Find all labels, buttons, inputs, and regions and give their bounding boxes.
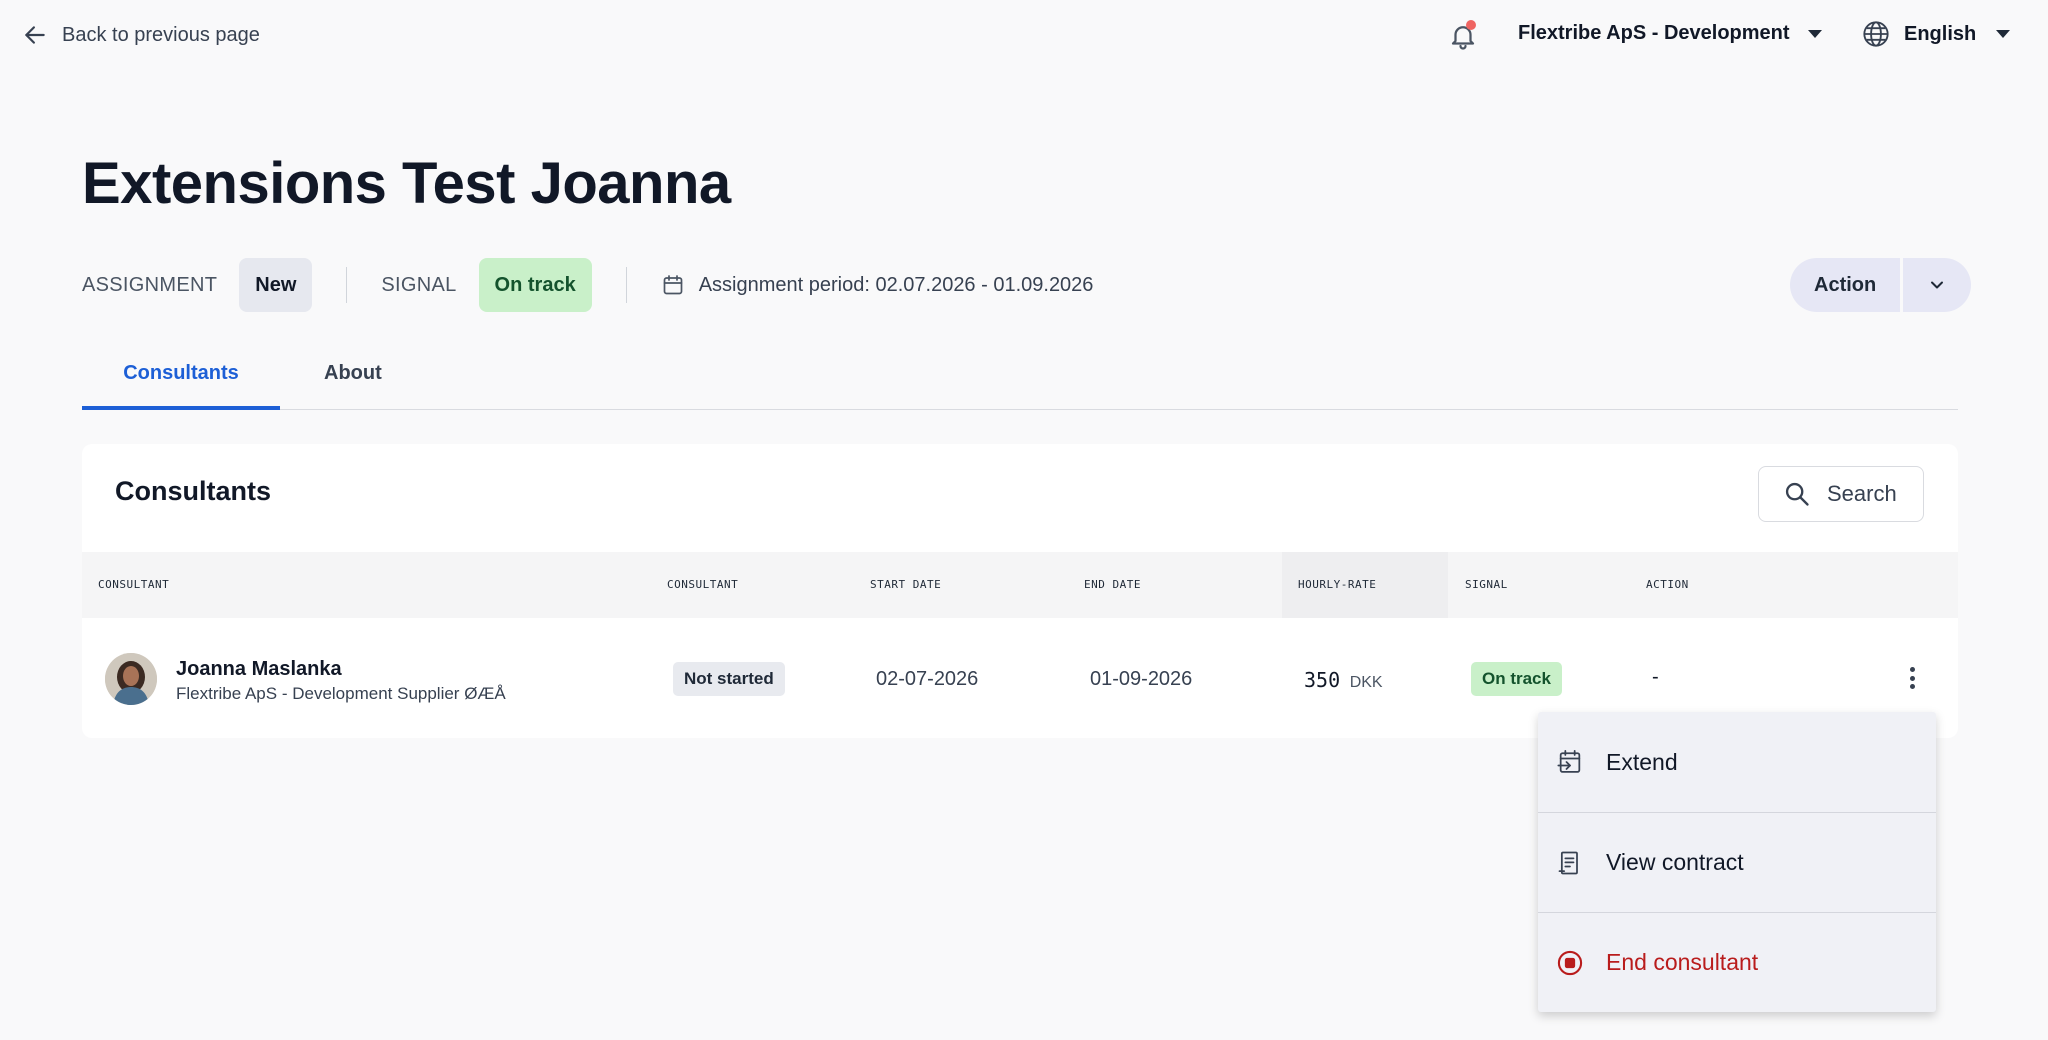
tab-consultants[interactable]: Consultants [82, 352, 280, 410]
kebab-dot [1909, 675, 1915, 681]
calendar-icon [663, 275, 683, 295]
row-action-value: - [1652, 666, 1659, 688]
column-header-consultant[interactable]: CONSULTANT [98, 552, 169, 618]
contract-icon [1558, 851, 1578, 874]
assignment-period-text: Assignment period: 02.07.2026 - 01.09.20… [698, 273, 1094, 296]
stop-circle-icon [1557, 950, 1583, 975]
calendar-extend-icon [1557, 750, 1581, 773]
tab-bar: Consultants About [82, 352, 1958, 410]
kebab-dot [1909, 684, 1915, 689]
assignment-label: ASSIGNMENT [82, 273, 218, 296]
menu-item-label: Extend [1606, 748, 1678, 775]
column-header-action: ACTION [1646, 578, 1689, 591]
divider [346, 267, 348, 303]
consultant-company: Flextribe ApS - Development Supplier ØÆÅ [176, 684, 506, 703]
hourly-rate-currency: DKK [1349, 674, 1383, 691]
avatar-image [105, 653, 157, 705]
kebab-dot [1909, 667, 1915, 672]
globe-icon [1863, 21, 1889, 47]
menu-item-end-consultant[interactable]: End consultant [1538, 912, 1936, 1012]
start-date: 02-07-2026 [876, 668, 979, 690]
column-header-start-date[interactable]: START DATE [870, 552, 941, 618]
language-label: English [1904, 22, 1977, 45]
search-icon [1785, 482, 1809, 506]
search-label: Search [1827, 481, 1897, 506]
back-link[interactable]: Back to previous page [22, 22, 260, 48]
consultant-status-badge: Not started [673, 662, 785, 696]
menu-item-label: End consultant [1606, 949, 1759, 975]
hourly-rate-value: 350 [1304, 668, 1341, 692]
end-date: 01-09-2026 [1090, 668, 1193, 690]
menu-item-view-contract[interactable]: View contract [1538, 812, 1936, 912]
card-title: Consultants [115, 476, 272, 506]
row-context-menu: Extend View contract End consultant [1538, 712, 1936, 1012]
hourly-rate: 350 DKK [1304, 668, 1383, 693]
signal-label: SIGNAL [381, 273, 457, 296]
assignment-meta: ASSIGNMENT New SIGNAL On track Assignmen… [82, 258, 1093, 312]
action-dropdown-toggle[interactable] [1903, 258, 1972, 312]
action-button[interactable]: Action [1790, 258, 1901, 312]
action-split-button: Action [1790, 258, 1972, 312]
menu-item-label: View contract [1606, 849, 1744, 875]
column-header-hourly-rate[interactable]: HOURLY-RATE [1298, 552, 1376, 618]
tab-about[interactable]: About [324, 352, 382, 410]
consultant-name[interactable]: Joanna Maslanka [176, 658, 342, 681]
signal-status-badge: On track [478, 258, 592, 312]
column-header-end-date[interactable]: END DATE [1084, 552, 1141, 618]
language-selector[interactable]: English [1862, 20, 2011, 48]
table-header: CONSULTANT CONSULTANT START DATE END DAT… [82, 552, 1958, 618]
row-menu-button[interactable] [1902, 664, 1922, 692]
row-signal-badge: On track [1471, 662, 1562, 696]
search-button[interactable]: Search [1758, 466, 1924, 522]
column-header-signal[interactable]: SIGNAL [1465, 552, 1508, 618]
notifications-button[interactable] [1448, 20, 1478, 52]
caret-down-icon [1996, 30, 2011, 38]
organization-selector[interactable]: Flextribe ApS - Development [1518, 22, 1822, 45]
organization-name: Flextribe ApS - Development [1518, 22, 1790, 44]
top-bar: Back to previous page Flextribe ApS - De… [0, 0, 2048, 72]
avatar [105, 653, 157, 705]
arrow-left-icon [25, 26, 45, 44]
chevron-down-icon [1931, 281, 1944, 289]
assignment-status-badge: New [239, 258, 313, 312]
menu-item-extend[interactable]: Extend [1538, 712, 1936, 812]
divider [625, 267, 627, 303]
assignment-period: Assignment period: 02.07.2026 - 01.09.20… [661, 273, 1094, 297]
column-header-consultant-status[interactable]: CONSULTANT [667, 552, 738, 618]
page-title: Extensions Test Joanna [82, 151, 731, 216]
caret-down-icon [1807, 29, 1822, 38]
back-link-label: Back to previous page [62, 23, 260, 46]
notification-badge [1466, 20, 1476, 30]
consultants-card: Consultants Search CONSULTANT CONSULTANT… [82, 444, 1958, 738]
